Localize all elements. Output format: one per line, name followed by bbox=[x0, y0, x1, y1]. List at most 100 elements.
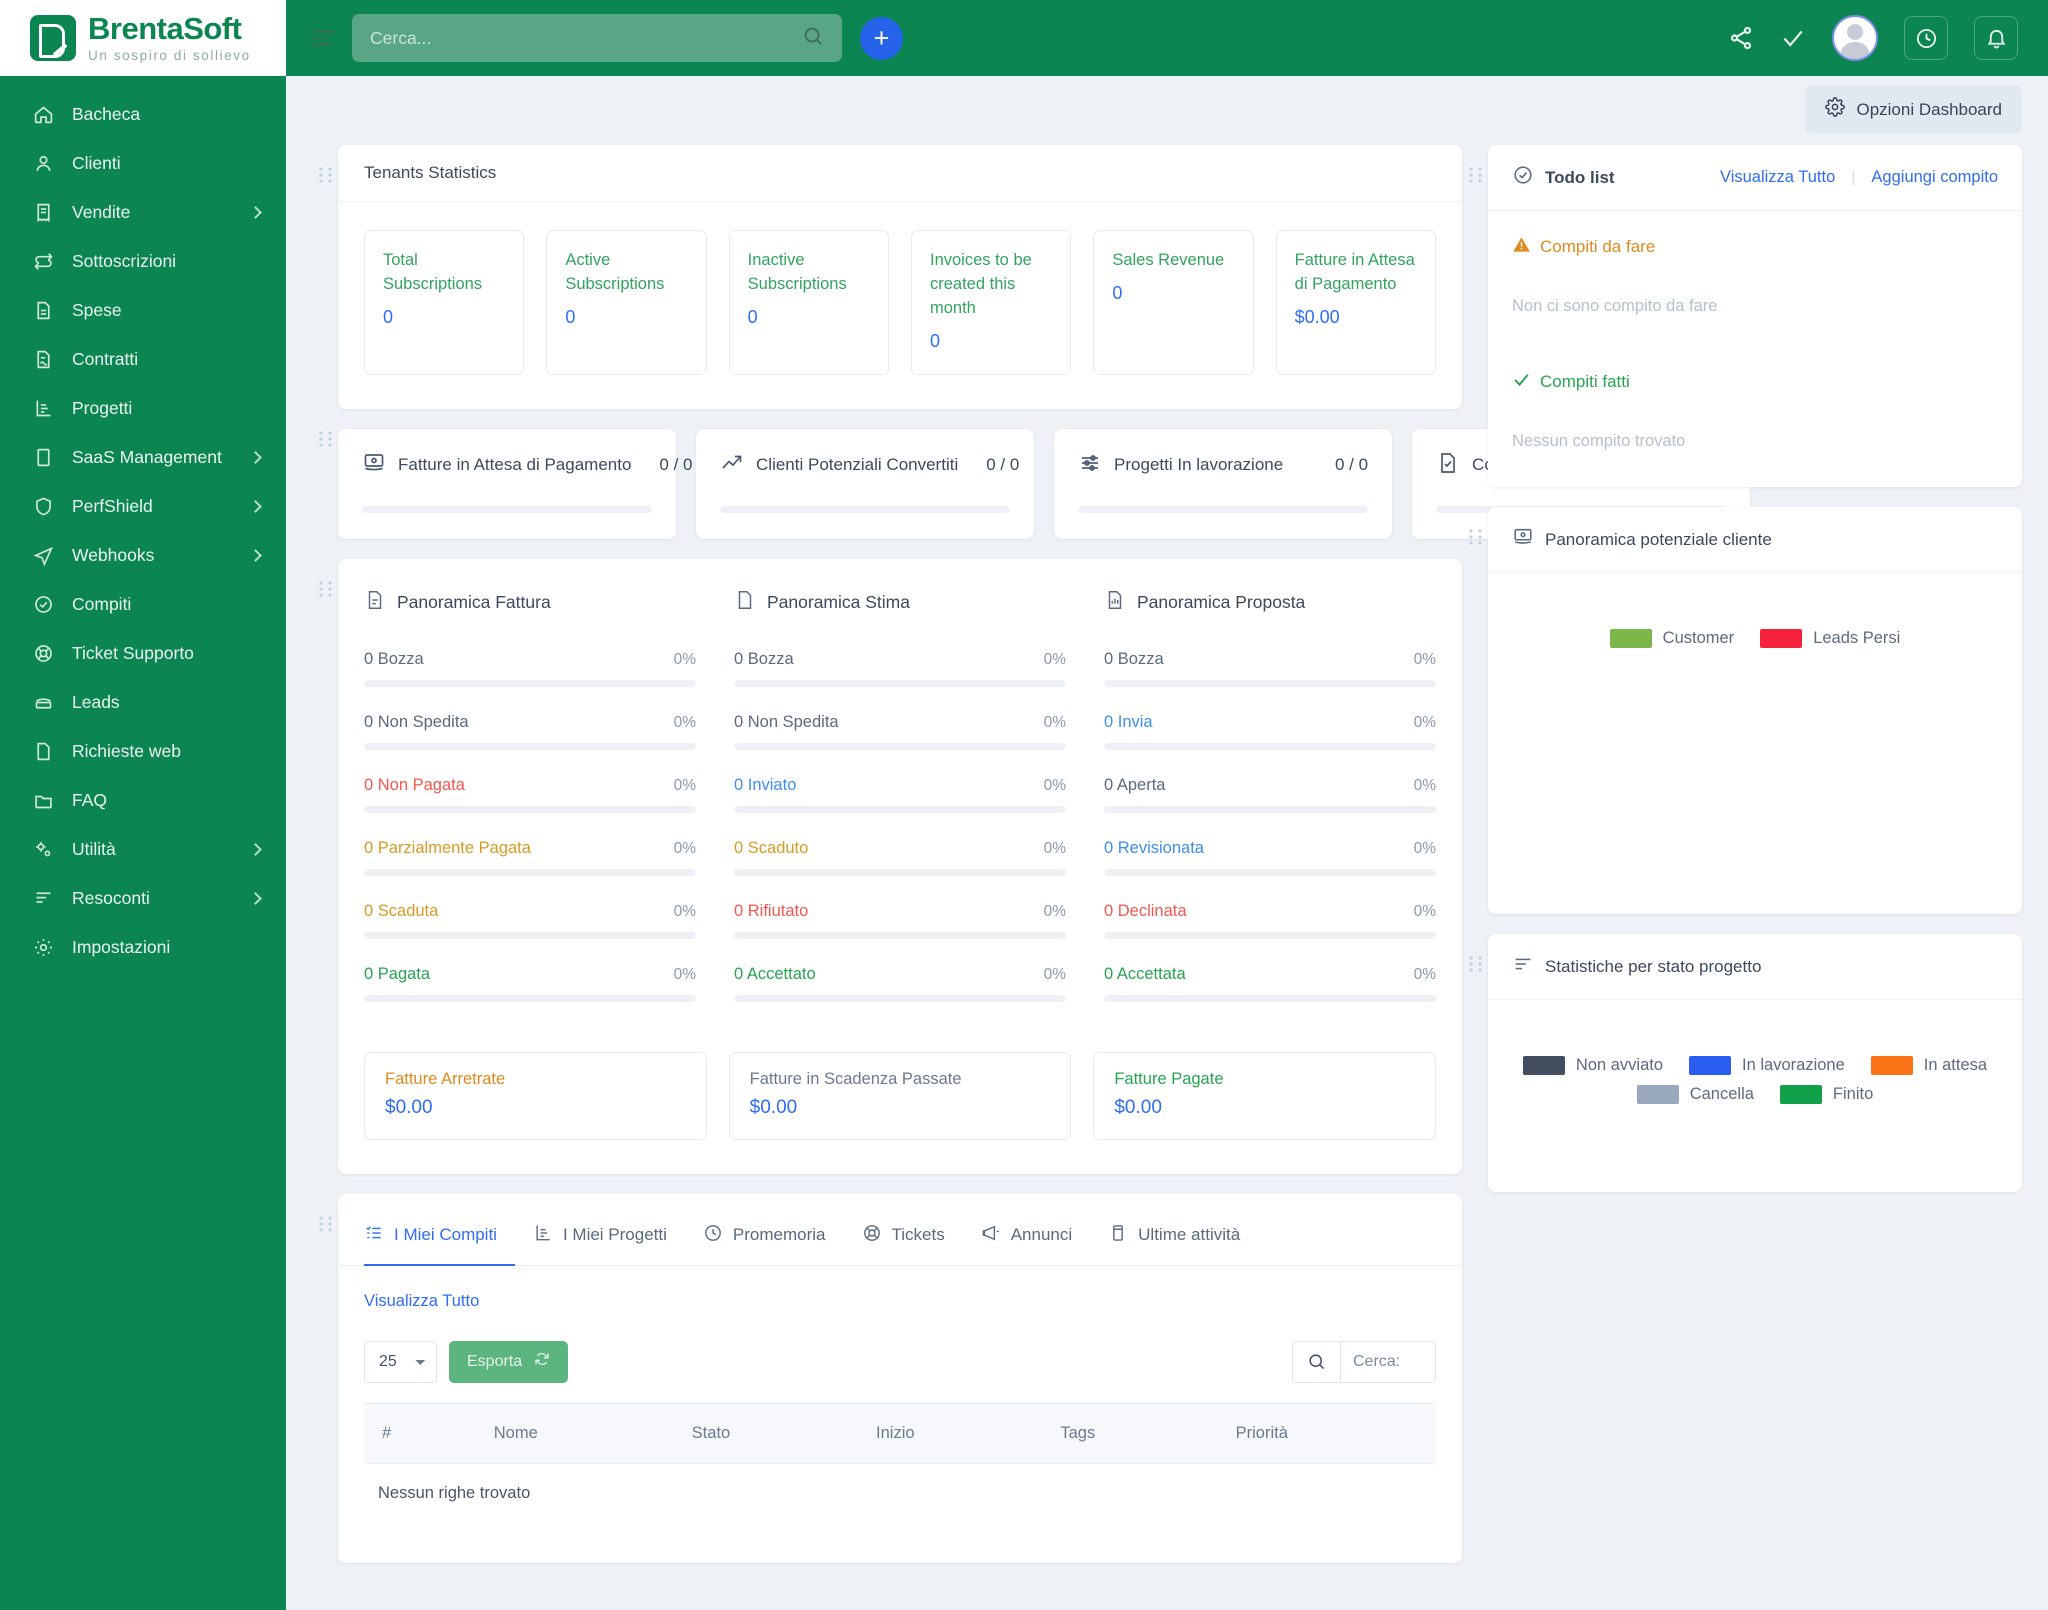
chevron-right-icon[interactable] bbox=[249, 451, 262, 464]
panoramica-row: 0 Non Spedita 0% bbox=[364, 713, 696, 750]
chevron-right-icon[interactable] bbox=[249, 549, 262, 562]
sidebar-item-saas-management[interactable]: SaaS Management bbox=[0, 433, 286, 482]
tenants-card-header: Tenants Statistics bbox=[338, 145, 1462, 202]
drag-handle[interactable] bbox=[1462, 507, 1488, 914]
dashboard-options-button[interactable]: Opzioni Dashboard bbox=[1805, 86, 2022, 133]
panoramica-columns: Panoramica Fattura 0 Bozza 0% 0 Non Sped… bbox=[338, 559, 1462, 1038]
menu-toggle-icon[interactable] bbox=[312, 30, 334, 46]
sidebar-item-faq[interactable]: FAQ bbox=[0, 776, 286, 825]
sidebar-item-clienti[interactable]: Clienti bbox=[0, 139, 286, 188]
drag-handle[interactable] bbox=[1462, 934, 1488, 1192]
kpi-card[interactable]: Progetti In lavorazione 0 / 0 bbox=[1054, 428, 1393, 539]
chevron-right-icon[interactable] bbox=[249, 843, 262, 856]
view-all-link[interactable]: Visualizza Tutto bbox=[364, 1292, 479, 1310]
tab-i-miei-progetti[interactable]: I Miei Progetti bbox=[533, 1217, 685, 1266]
todo-view-all-link[interactable]: Visualizza Tutto bbox=[1720, 168, 1835, 187]
table-column-header: Inizio bbox=[858, 1402, 1043, 1464]
panoramica-row-label: 0 Revisionata bbox=[1104, 838, 1204, 857]
panoramica-column: Panoramica Stima 0 Bozza 0% 0 Non Spedit… bbox=[734, 589, 1066, 1028]
invoice-doc-icon bbox=[364, 589, 386, 616]
sidebar-item-perfshield[interactable]: PerfShield bbox=[0, 482, 286, 531]
receipt-icon bbox=[30, 200, 56, 226]
legend-item[interactable]: Leads Persi bbox=[1760, 629, 1900, 648]
export-button[interactable]: Esporta bbox=[449, 1340, 569, 1383]
panoramica-row-bar bbox=[1104, 679, 1436, 687]
add-new-button[interactable]: + bbox=[860, 16, 903, 60]
page-size-select[interactable]: 2550100 bbox=[364, 1340, 437, 1383]
home-icon bbox=[30, 102, 56, 128]
drag-handle[interactable] bbox=[312, 145, 338, 409]
drag-handle[interactable] bbox=[312, 409, 338, 539]
sidebar-item-bacheca[interactable]: Bacheca bbox=[0, 90, 286, 139]
panoramica-row-label: 0 Accettato bbox=[734, 964, 816, 983]
sidebar-item-leads[interactable]: Leads bbox=[0, 678, 286, 727]
sidebar-item-spese[interactable]: Spese bbox=[0, 286, 286, 335]
sidebar-item-ticket-supporto[interactable]: Ticket Supporto bbox=[0, 629, 286, 678]
phone-icon bbox=[30, 690, 56, 716]
legend-item[interactable]: Non avviato bbox=[1522, 1056, 1664, 1075]
kpi-label: Progetti In lavorazione bbox=[1114, 455, 1284, 475]
drag-handle[interactable] bbox=[312, 1194, 338, 1563]
panoramica-row-label: 0 Bozza bbox=[1104, 649, 1164, 668]
tab-annunci[interactable]: Annunci bbox=[981, 1217, 1090, 1266]
stat-tile: Inactive Subscriptions 0 bbox=[728, 230, 889, 375]
panoramica-row-bar bbox=[1104, 742, 1436, 750]
chevron-right-icon[interactable] bbox=[249, 892, 262, 905]
sidebar-item-resoconti[interactable]: Resoconti bbox=[0, 874, 286, 923]
global-search[interactable] bbox=[352, 14, 842, 62]
sidebar-item-label: Utilità bbox=[72, 839, 116, 859]
sidebar-item-sottoscrizioni[interactable]: Sottoscrizioni bbox=[0, 237, 286, 286]
panoramica-row-percent: 0% bbox=[1043, 776, 1066, 794]
panoramica-row-bar bbox=[364, 679, 696, 687]
sidebar-item-richieste-web[interactable]: Richieste web bbox=[0, 727, 286, 776]
todo-add-task-link[interactable]: Aggiungi compito bbox=[1871, 168, 1998, 187]
legend-label: Non avviato bbox=[1575, 1056, 1664, 1074]
clock-icon[interactable] bbox=[1904, 16, 1948, 60]
todo-title: Todo list bbox=[1545, 167, 1615, 187]
tab-promemoria[interactable]: Promemoria bbox=[703, 1217, 844, 1266]
check-icon[interactable] bbox=[1780, 25, 1806, 51]
panoramica-row: 0 Pagata 0% bbox=[364, 965, 696, 1002]
tab-tickets[interactable]: Tickets bbox=[862, 1217, 963, 1266]
panoramica-row-percent: 0% bbox=[673, 650, 696, 668]
panoramica-row-bar bbox=[1104, 931, 1436, 939]
bell-icon[interactable] bbox=[1974, 16, 2018, 60]
panoramica-heading: Panoramica Proposta bbox=[1104, 589, 1436, 616]
stat-tile: Sales Revenue 0 bbox=[1093, 230, 1254, 375]
panoramica-row-label: 0 Accettata bbox=[1104, 964, 1186, 983]
panoramica-row-label: 0 Rifiutato bbox=[734, 901, 809, 920]
chevron-right-icon[interactable] bbox=[249, 206, 262, 219]
avatar[interactable] bbox=[1832, 15, 1878, 61]
leads-card: Panoramica potenziale cliente Customer L… bbox=[1488, 507, 2022, 914]
table-search[interactable] bbox=[1292, 1340, 1436, 1383]
legend-item[interactable]: Customer bbox=[1609, 629, 1734, 648]
kpi-card[interactable]: Clienti Potenziali Convertiti 0 / 0 bbox=[696, 428, 1035, 539]
search-input[interactable] bbox=[370, 27, 802, 49]
legend-item[interactable]: Finito bbox=[1779, 1085, 1873, 1104]
sidebar-item-impostazioni[interactable]: Impostazioni bbox=[0, 923, 286, 972]
sidebar-item-vendite[interactable]: Vendite bbox=[0, 188, 286, 237]
sidebar-item-progetti[interactable]: Progetti bbox=[0, 384, 286, 433]
legend-item[interactable]: In lavorazione bbox=[1689, 1056, 1845, 1075]
chevron-right-icon[interactable] bbox=[249, 500, 262, 513]
panoramica-row: 0 Scaduta 0% bbox=[364, 902, 696, 939]
brand-logo[interactable]: BrentaSoft Un sospiro di sollievo bbox=[0, 0, 286, 76]
sidebar-item-compiti[interactable]: Compiti bbox=[0, 580, 286, 629]
table-search-input[interactable] bbox=[1341, 1341, 1435, 1382]
sidebar-item-webhooks[interactable]: Webhooks bbox=[0, 531, 286, 580]
legend-item[interactable]: Cancella bbox=[1636, 1085, 1754, 1104]
share-icon[interactable] bbox=[1728, 25, 1754, 51]
drag-handle[interactable] bbox=[312, 559, 338, 1174]
stat-tile-value: 0 bbox=[747, 306, 758, 327]
sidebar-item-contratti[interactable]: Contratti bbox=[0, 335, 286, 384]
legend-item[interactable]: In attesa bbox=[1870, 1056, 1987, 1075]
panoramica-row: 0 Rifiutato 0% bbox=[734, 902, 1066, 939]
tab-ultime-attivit-[interactable]: Ultime attività bbox=[1108, 1217, 1258, 1266]
tab-i-miei-compiti[interactable]: I Miei Compiti bbox=[364, 1217, 515, 1266]
panoramica-row-bar bbox=[734, 742, 1066, 750]
drag-handle[interactable] bbox=[1462, 145, 1488, 487]
sidebar-item-utilit-[interactable]: Utilità bbox=[0, 825, 286, 874]
panoramica-title: Panoramica Fattura bbox=[397, 591, 551, 612]
legend-label: Cancella bbox=[1689, 1085, 1754, 1103]
kpi-card[interactable]: Fatture in Attesa di Pagamento 0 / 0 bbox=[338, 428, 693, 539]
